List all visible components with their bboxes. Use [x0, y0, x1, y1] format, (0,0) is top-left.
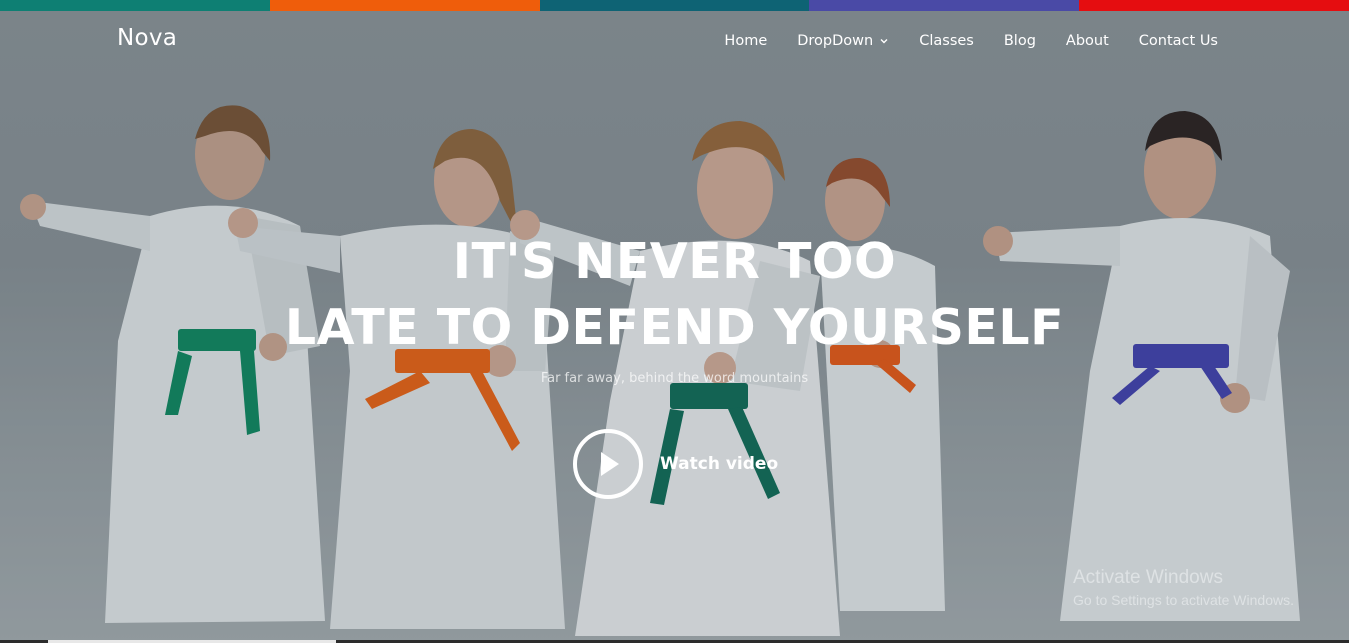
watermark-subtitle: Go to Settings to activate Windows. [1073, 592, 1294, 608]
color-segment [809, 0, 1080, 11]
nav-label: Home [724, 33, 768, 49]
nav-label: Classes [919, 33, 974, 49]
watermark-title: Activate Windows [1073, 567, 1223, 588]
nav-label: DropDown [797, 33, 874, 49]
nav-home[interactable]: Home [724, 33, 767, 49]
top-color-bar [0, 0, 1349, 11]
nav-label: Blog [1003, 33, 1036, 49]
brand-logo[interactable]: Nova [117, 25, 177, 51]
nav-contact-us[interactable]: Contact Us [1139, 33, 1218, 49]
color-segment [269, 0, 540, 11]
nav-dropdown[interactable]: DropDown [797, 33, 889, 49]
color-segment [1079, 0, 1349, 11]
nav-blog[interactable]: Blog [1004, 33, 1036, 49]
nav-about[interactable]: About [1066, 33, 1109, 49]
watch-video-label: Watch video [660, 454, 779, 474]
chevron-down-icon [880, 39, 888, 44]
nav-label: Contact Us [1138, 33, 1218, 49]
main-nav: Home DropDown Classes Blog About Contact… [724, 33, 1218, 49]
color-segment [0, 0, 270, 11]
play-icon [601, 452, 619, 476]
windows-activation-watermark: Activate Windows Go to Settings to activ… [1073, 567, 1294, 608]
nav-classes[interactable]: Classes [919, 33, 974, 49]
hero-subtitle: Far far away, behind the word mountains [540, 371, 809, 386]
hero-section: Nova Home DropDown Classes Blog About Co… [0, 11, 1349, 643]
watch-video-button[interactable]: Watch video [573, 429, 778, 499]
play-button[interactable] [573, 429, 643, 499]
color-segment [539, 0, 810, 11]
hero-title-line-1: IT'S NEVER TOO [452, 233, 897, 290]
nav-label: About [1065, 33, 1109, 49]
hero-title-line-2: LATE TO DEFEND YOURSELF [284, 299, 1065, 356]
